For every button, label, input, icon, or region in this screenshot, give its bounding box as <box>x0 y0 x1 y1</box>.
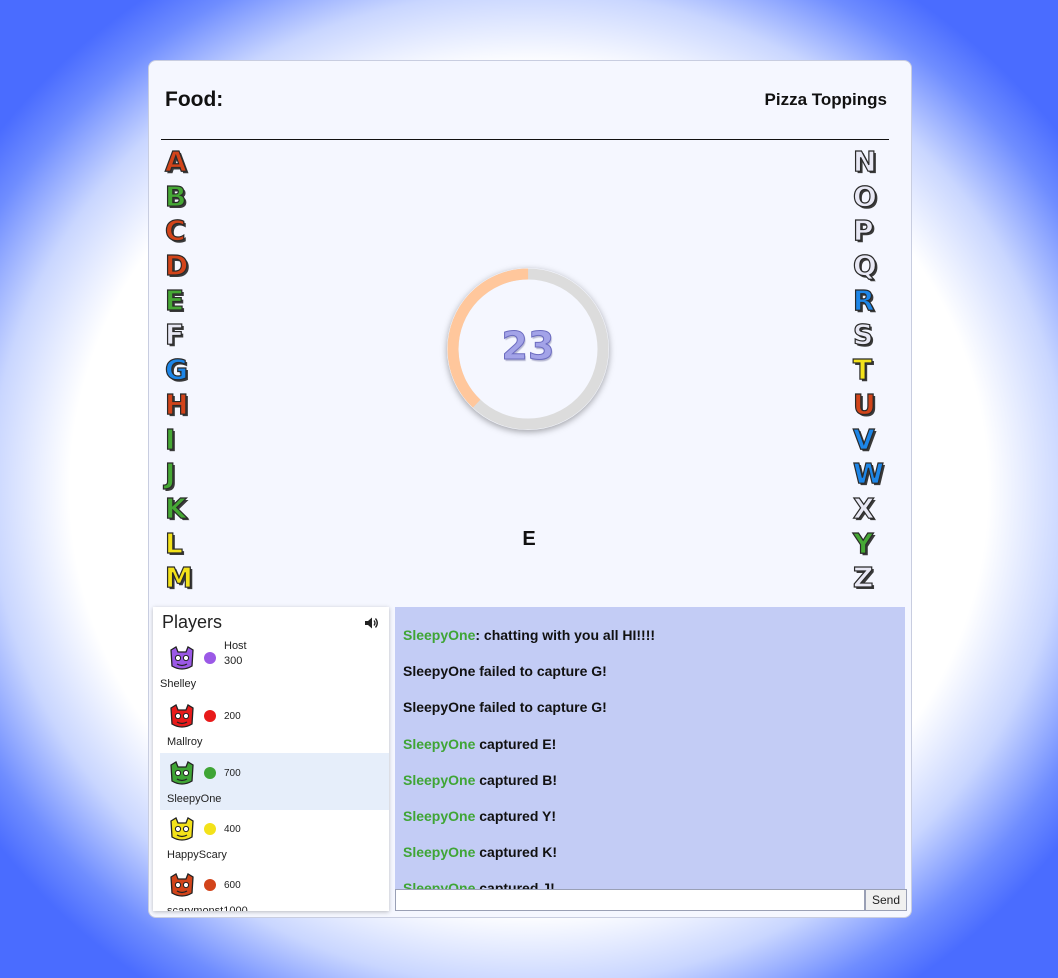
game-card: Food: Pizza Toppings ABCDEFGHIJKLM NOPQR… <box>148 60 912 918</box>
chat-input[interactable] <box>395 889 865 911</box>
chat-message: SleepyOne failed to capture G! <box>403 663 607 679</box>
player-color-dot <box>204 823 216 835</box>
timer-value: 23 <box>501 324 555 369</box>
letter-tile-a[interactable]: A <box>164 144 205 180</box>
letter-tile-r[interactable]: R <box>852 283 893 319</box>
player-row[interactable]: 400 HappyScary <box>160 809 389 866</box>
letter-column-right: NOPQRSTUVWXYZ <box>852 144 893 596</box>
chat-sender: SleepyOne <box>403 880 476 889</box>
letter-tile-o[interactable]: O <box>852 179 893 215</box>
players-panel: Players Host 300 Shelley 200 Mallroy 700 Sleep… <box>153 607 389 911</box>
player-name: scarymonst1000 <box>167 905 248 911</box>
player-name: SleepyOne <box>167 793 222 805</box>
letter-tile-t[interactable]: T <box>852 353 893 388</box>
player-score: 200 <box>224 711 241 722</box>
chat-text: failed to capture G! <box>475 663 607 680</box>
orange-monster-avatar <box>170 873 194 897</box>
letter-tile-w[interactable]: W <box>852 457 893 492</box>
category-value: Pizza Toppings <box>764 90 887 109</box>
letter-tile-k[interactable]: K <box>164 491 205 527</box>
chat-text: captured E! <box>475 735 557 752</box>
player-color-dot <box>204 879 216 891</box>
chat-text: captured Y! <box>475 808 557 824</box>
purple-cat-avatar <box>170 646 194 670</box>
letter-tile-b[interactable]: B <box>164 179 205 215</box>
chat-text: captured B! <box>475 771 558 788</box>
letter-tile-s[interactable]: S <box>852 318 893 353</box>
player-color-dot <box>204 767 216 779</box>
chat-sender: SleepyOne <box>403 627 476 643</box>
letter-tile-m[interactable]: M <box>164 561 205 596</box>
letter-tile-x[interactable]: X <box>852 491 893 527</box>
player-name: Shelley <box>160 678 197 690</box>
chat-message: SleepyOne captured K! <box>403 844 557 860</box>
chat-sender: SleepyOne <box>403 735 476 752</box>
letter-tile-p[interactable]: P <box>852 214 893 249</box>
category-label: Food: <box>165 88 224 111</box>
chat-sender: SleepyOne <box>403 808 476 824</box>
player-color-dot <box>204 710 216 722</box>
red-demon-avatar <box>170 704 194 728</box>
send-button[interactable]: Send <box>865 889 907 911</box>
host-label: Host <box>224 640 247 652</box>
letter-tile-v[interactable]: V <box>852 422 893 458</box>
player-score: 300 <box>224 655 243 667</box>
player-score: 700 <box>224 768 241 779</box>
letter-tile-j[interactable]: J <box>164 457 205 492</box>
chat-text: captured K! <box>475 844 558 861</box>
letter-tile-g[interactable]: G <box>164 353 205 388</box>
player-row[interactable]: 600 scarymonst1000 <box>160 865 389 911</box>
chat-message: SleepyOne captured J! <box>403 880 555 889</box>
letter-tile-y[interactable]: Y <box>852 526 893 562</box>
letter-tile-c[interactable]: C <box>164 214 205 249</box>
chat-text: failed to capture G! <box>475 699 607 716</box>
chat-message: SleepyOne captured Y! <box>403 808 556 824</box>
player-score: 400 <box>224 824 241 835</box>
chat-sender: SleepyOne <box>403 663 476 680</box>
letter-tile-q[interactable]: Q <box>852 248 893 284</box>
chat-sender: SleepyOne <box>403 844 476 861</box>
yellow-monster-avatar <box>170 817 194 841</box>
player-name: HappyScary <box>167 849 227 861</box>
chat-log: SleepyOne: chatting with you all HI!!!! S… <box>395 607 905 889</box>
player-name: Mallroy <box>167 736 203 748</box>
letter-tile-i[interactable]: I <box>164 422 205 458</box>
players-title: Players <box>162 612 223 632</box>
speaker-icon[interactable] <box>363 615 379 631</box>
chat-text: : chatting with you all HI!!!! <box>475 627 656 643</box>
player-color-dot <box>204 652 216 664</box>
letter-tile-z[interactable]: Z <box>852 561 893 596</box>
chat-message: SleepyOne: chatting with you all HI!!!! <box>403 627 655 643</box>
letter-tile-u[interactable]: U <box>852 387 893 423</box>
letter-tile-f[interactable]: F <box>164 318 205 353</box>
chat-text: captured J! <box>475 880 555 889</box>
green-frog-avatar <box>170 761 194 785</box>
letter-tile-e[interactable]: E <box>164 283 205 319</box>
chat-sender: SleepyOne <box>403 771 476 788</box>
countdown-timer: 23 <box>447 268 609 430</box>
current-letter: E <box>522 528 536 550</box>
letter-tile-d[interactable]: D <box>164 248 205 284</box>
player-row[interactable]: 200 Mallroy <box>160 696 389 753</box>
chat-sender: SleepyOne <box>403 699 476 716</box>
player-score: 600 <box>224 880 241 891</box>
chat-message: SleepyOne captured E! <box>403 736 556 752</box>
letter-tile-l[interactable]: L <box>164 526 205 562</box>
chat-message: SleepyOne failed to capture G! <box>403 699 607 715</box>
player-row[interactable]: Host 300 Shelley <box>160 636 389 693</box>
category-header: Food: Pizza Toppings <box>161 61 889 140</box>
chat-message: SleepyOne captured B! <box>403 772 557 788</box>
letter-tile-n[interactable]: N <box>852 144 893 180</box>
player-row[interactable]: 700 SleepyOne <box>160 753 389 810</box>
letter-column-left: ABCDEFGHIJKLM <box>164 144 205 596</box>
letter-tile-h[interactable]: H <box>164 387 205 423</box>
